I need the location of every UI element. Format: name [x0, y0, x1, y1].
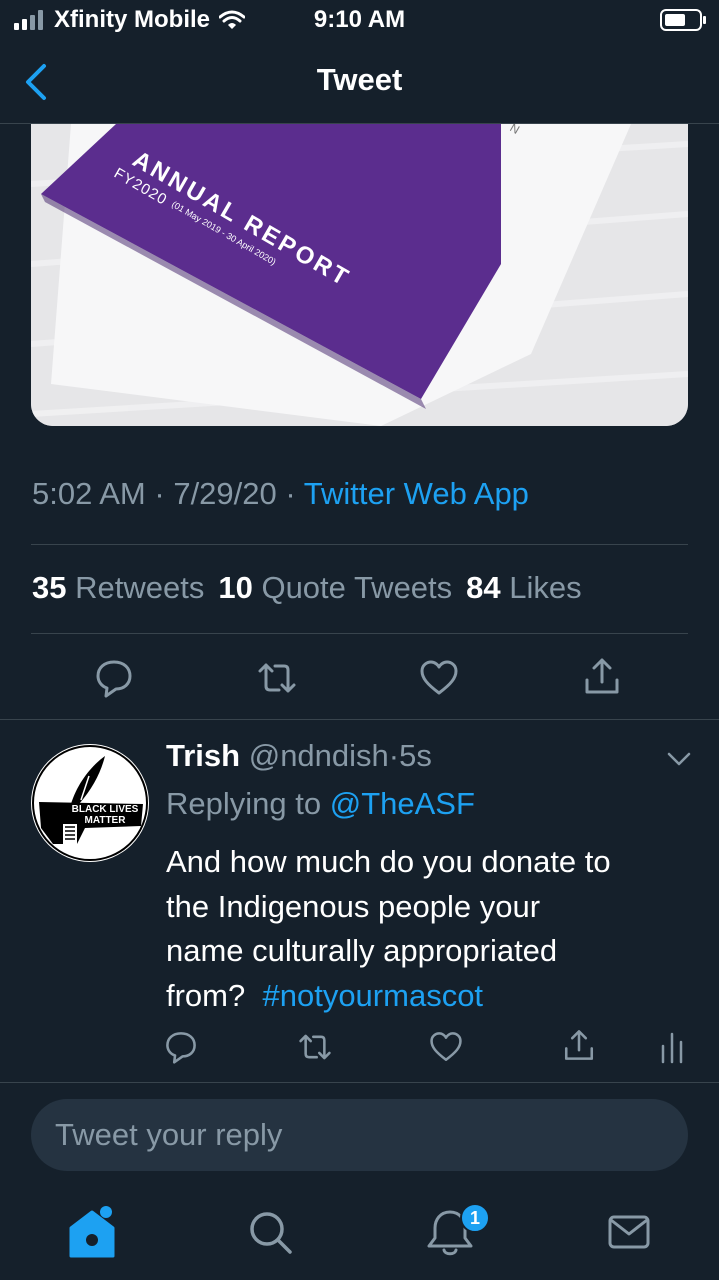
avatar[interactable]: BLACK LIVES MATTER	[31, 744, 149, 862]
retweet-icon[interactable]	[257, 658, 297, 698]
reply-author-name[interactable]: Trish	[166, 738, 240, 773]
replying-label: Replying to	[166, 786, 322, 821]
like-icon[interactable]	[429, 1030, 463, 1064]
retweet-icon[interactable]	[298, 1030, 332, 1064]
tweet-time: 5:02 AM	[32, 476, 146, 511]
avatar-text: BLACK LIVES	[72, 804, 139, 815]
reply-text-line: the Indigenous people your	[166, 888, 541, 924]
search-icon[interactable]	[240, 1202, 300, 1262]
quotes-stat[interactable]: 10 Quote Tweets	[218, 570, 452, 605]
mail-icon[interactable]	[598, 1202, 658, 1262]
avatar-text: MATTER	[85, 815, 127, 826]
tweet-source-link[interactable]: Twitter Web App	[304, 476, 529, 511]
divider	[31, 544, 688, 545]
reply-icon[interactable]	[164, 1030, 198, 1064]
replying-to: Replying to @TheASF	[166, 786, 475, 822]
tweet-media-image[interactable]: ANNUAL REPORT FY2020 (01 May 2019 - 30 A…	[31, 124, 688, 426]
replying-mention-link[interactable]: @TheASF	[330, 786, 475, 821]
hashtag-link[interactable]: #notyourmascot	[262, 978, 483, 1013]
meta-separator: ·	[285, 476, 296, 511]
reply-header: Trish @ndndish·5s	[166, 738, 432, 774]
reply-text-line: And how much do you donate to	[166, 844, 611, 879]
meta-separator: ·	[388, 738, 400, 773]
tweet-date: 7/29/20	[173, 476, 277, 511]
page-title: Tweet	[316, 62, 403, 97]
like-icon[interactable]	[419, 658, 459, 698]
tweet-stats: 35 Retweets 10 Quote Tweets 84 Likes	[32, 570, 582, 606]
retweets-count: 35	[32, 570, 67, 605]
reply-action-bar	[0, 1028, 719, 1072]
reply-text-line: from? #notyourmascot	[166, 974, 706, 1019]
reply-text: And how much do you donate to the Indige…	[166, 840, 706, 1018]
status-time: 9:10 AM	[313, 6, 406, 33]
black-lives-matter-logo: BLACK LIVES MATTER	[32, 745, 148, 861]
divider	[31, 633, 688, 634]
quotes-count: 10	[218, 570, 253, 605]
retweets-stat[interactable]: 35 Retweets	[32, 570, 204, 605]
share-icon[interactable]	[582, 656, 622, 696]
meta-separator: ·	[154, 476, 165, 511]
reply-author-handle[interactable]: @ndndish	[249, 738, 389, 773]
tweet-action-bar	[0, 650, 719, 710]
reply-text-line: name culturally appropriated	[166, 933, 558, 968]
tab-bar	[0, 1186, 719, 1280]
analytics-icon[interactable]	[658, 1030, 686, 1064]
reply-tweet[interactable]: BLACK LIVES MATTER Trish @ndndish·5s Rep…	[0, 720, 719, 1082]
battery-icon	[660, 9, 706, 31]
annual-report-image: ANNUAL REPORT FY2020 (01 May 2019 - 30 A…	[31, 124, 688, 426]
tweet-timestamp: 5:02 AM · 7/29/20 · Twitter Web App	[32, 476, 529, 512]
status-bar: Xfinity Mobile 9:10 AM	[0, 0, 719, 42]
reply-text-tail: from?	[166, 977, 246, 1013]
notifications-badge: 1	[460, 1203, 490, 1233]
nav-header: Tweet	[0, 42, 719, 124]
likes-label: Likes	[509, 570, 582, 605]
reply-age: 5s	[399, 738, 432, 773]
chevron-down-icon[interactable]	[664, 748, 694, 770]
likes-stat[interactable]: 84 Likes	[466, 570, 581, 605]
quotes-label: Quote Tweets	[261, 570, 453, 605]
share-icon[interactable]	[562, 1028, 596, 1062]
likes-count: 84	[466, 570, 501, 605]
home-icon[interactable]	[62, 1202, 122, 1262]
compose-bar	[0, 1082, 719, 1186]
retweets-label: Retweets	[75, 570, 205, 605]
reply-icon[interactable]	[94, 658, 134, 698]
reply-input[interactable]	[31, 1099, 688, 1171]
